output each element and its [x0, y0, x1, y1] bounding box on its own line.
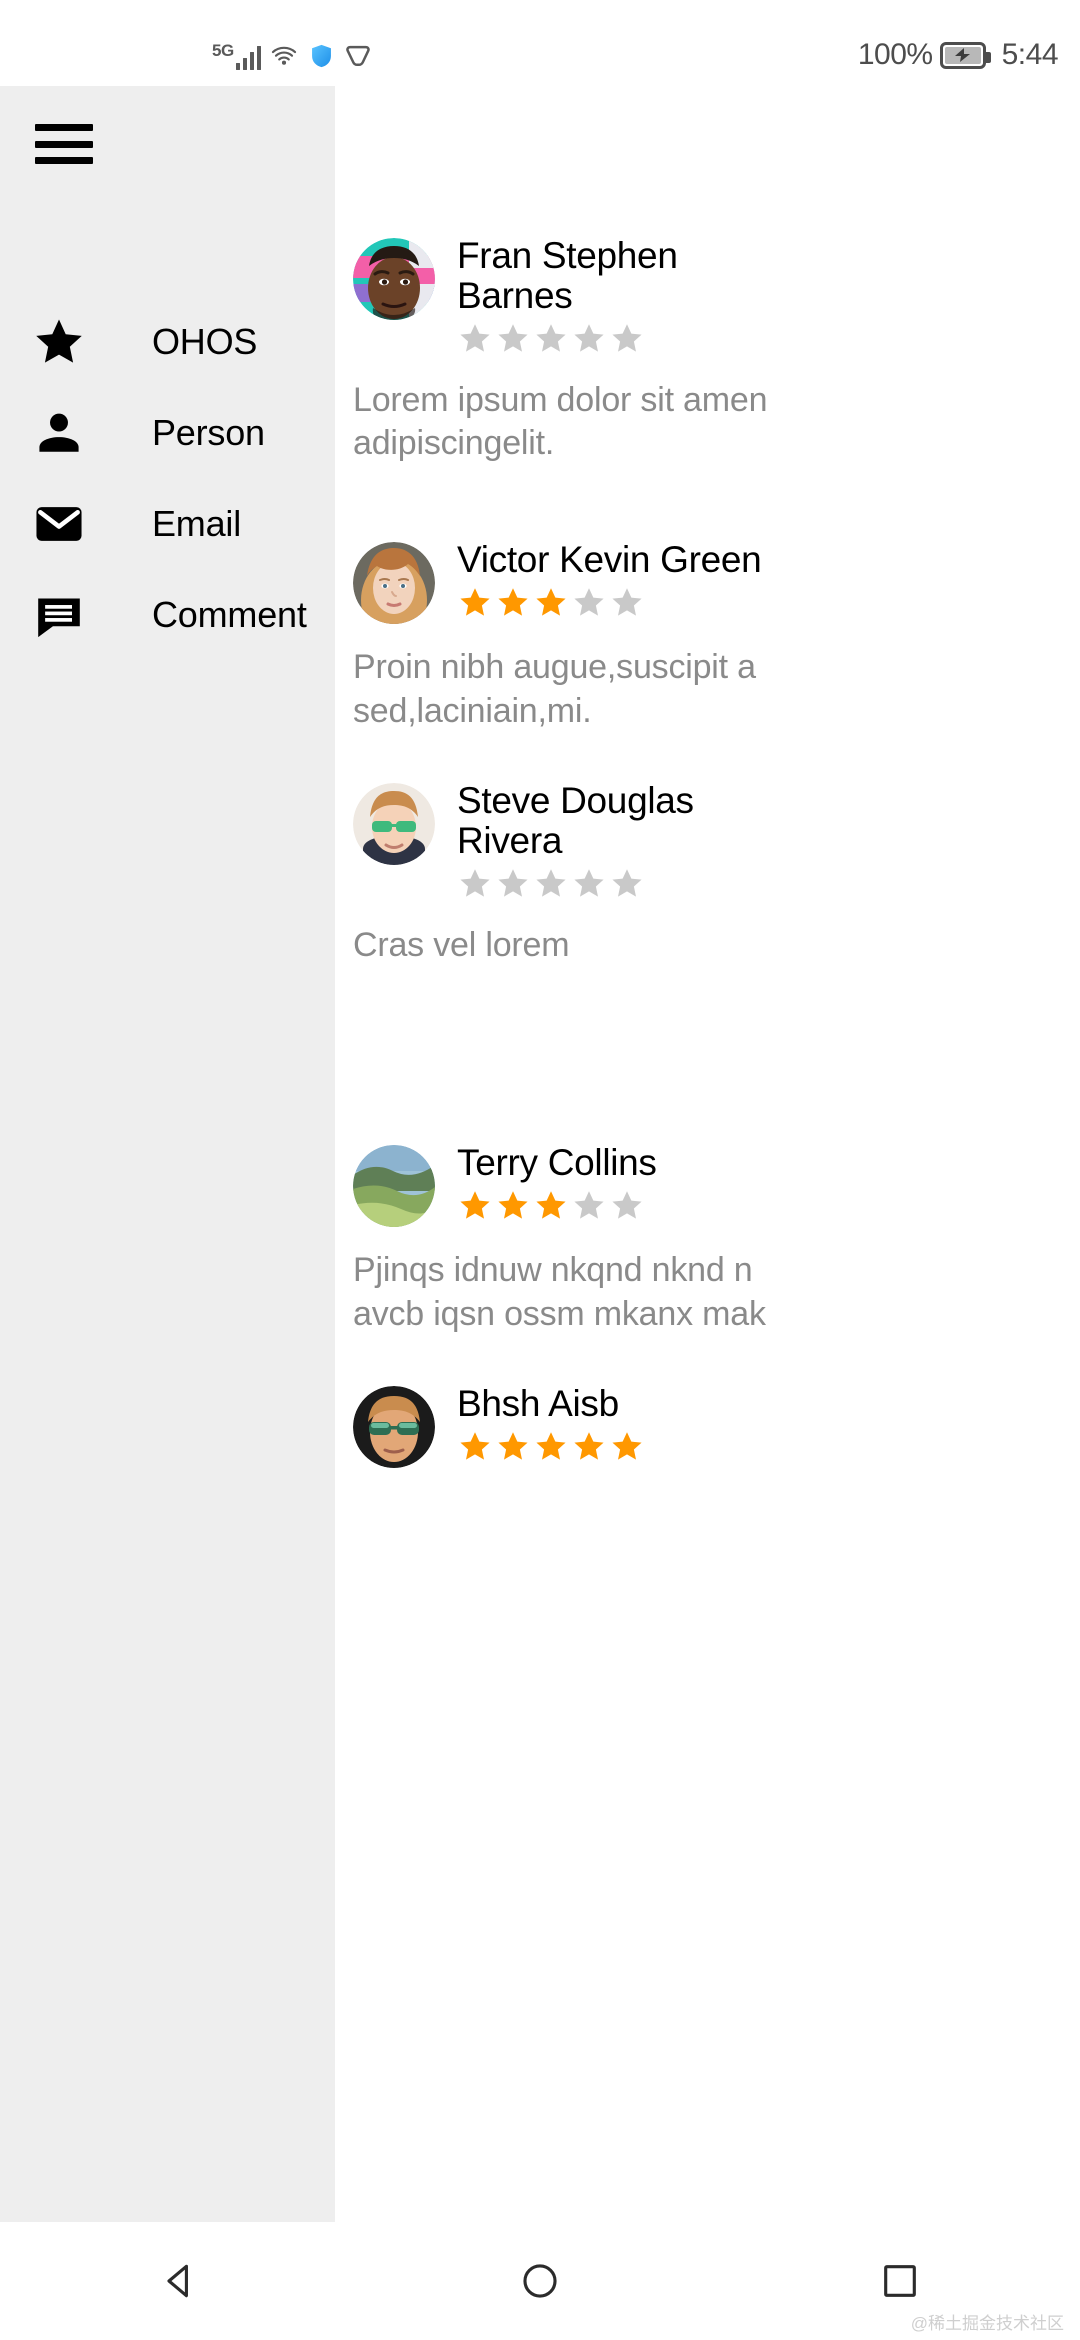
reviewer-name: Steve Douglas Rivera	[457, 780, 694, 861]
sidebar-item-ohos[interactable]: OHOS	[0, 296, 335, 387]
reviewer-name: Terry Collins	[457, 1142, 657, 1183]
hamburger-menu-icon[interactable]	[35, 124, 93, 164]
sidebar-item-label: Comment	[152, 593, 307, 635]
review-text: Lorem ipsum dolor sit amen adipiscingeli…	[353, 380, 768, 463]
reviewer-name: Bhsh Aisb	[457, 1383, 619, 1424]
home-circle-icon[interactable]	[470, 2259, 610, 2303]
system-nav-bar: @稀土掘金技术社区	[0, 2222, 1080, 2340]
sidebar-item-label: Email	[152, 502, 242, 544]
watermark: @稀土掘金技术社区	[910, 2314, 1064, 2333]
signal-strength-bars	[235, 44, 262, 70]
review-header: Terry Collins	[353, 1141, 1080, 1227]
network-type-label: 5G	[212, 41, 234, 60]
back-triangle-icon[interactable]	[110, 2259, 250, 2303]
review-text: Cras vel lorem	[353, 925, 570, 964]
shield-icon	[307, 41, 337, 70]
sidebar-item-person[interactable]: Person	[0, 387, 335, 478]
sidebar-item-email[interactable]: Email	[0, 478, 335, 569]
recents-square-icon[interactable]	[830, 2259, 970, 2303]
rating-stars[interactable]	[457, 321, 787, 357]
status-bar-clock: 5:44	[1001, 38, 1059, 71]
review-list[interactable]: Fran Stephen Barnes Lorem ipsum dolor si…	[335, 86, 1080, 2222]
rating-stars[interactable]	[457, 1429, 645, 1465]
review-meta: Victor Kevin Green	[457, 538, 762, 621]
mail-icon	[32, 497, 86, 551]
review-meta: Terry Collins	[457, 1141, 657, 1224]
review-header: Steve Douglas Rivera	[353, 779, 1080, 902]
reviewer-name: Fran Stephen Barnes	[457, 235, 678, 316]
wifi-icon	[272, 46, 297, 65]
status-bar: 5G 100% 5:44	[0, 0, 1080, 86]
star-icon	[32, 315, 86, 369]
review-meta: Steve Douglas Rivera	[457, 779, 787, 902]
review-item[interactable]: Steve Douglas Rivera Cras vel lorem	[353, 779, 1080, 967]
phone-screen: 5G 100% 5:44 OHOS Person Email Comment F…	[0, 0, 1080, 2340]
avatar	[353, 238, 435, 320]
reviewer-name: Victor Kevin Green	[457, 539, 762, 580]
review-text: Proin nibh augue,suscipit a sed,laciniai…	[353, 648, 756, 730]
rating-stars[interactable]	[457, 1188, 657, 1224]
sidebar: OHOS Person Email Comment	[0, 86, 335, 2222]
review-item[interactable]: Fran Stephen Barnes Lorem ipsum dolor si…	[353, 234, 1080, 466]
person-icon	[32, 406, 86, 460]
avatar	[353, 1145, 435, 1227]
status-bar-left-icons: 5G	[212, 41, 372, 70]
review-text: Pjinqs idnuw nkqnd nknd n avcb iqsn ossm…	[353, 1251, 766, 1333]
review-meta: Bhsh Aisb	[457, 1382, 645, 1465]
review-header: Victor Kevin Green	[353, 538, 1080, 624]
signal-bars-icon: 5G	[212, 41, 262, 70]
sidebar-item-label: OHOS	[152, 320, 258, 362]
hexagon-outline-icon	[346, 45, 370, 67]
comment-icon	[32, 588, 86, 642]
battery-percent-label: 100%	[857, 38, 933, 71]
battery-charging-icon	[939, 41, 991, 69]
status-bar-right-icons: 100% 5:44	[857, 38, 1059, 72]
review-header: Bhsh Aisb	[353, 1382, 1080, 1468]
avatar	[353, 783, 435, 865]
review-meta: Fran Stephen Barnes	[457, 234, 787, 357]
sidebar-nav-list: OHOS Person Email Comment	[0, 296, 335, 660]
rating-stars[interactable]	[457, 585, 761, 621]
review-item[interactable]: Victor Kevin Green Proin nibh augue,susc…	[353, 538, 1080, 733]
avatar	[353, 1386, 435, 1468]
app-content: OHOS Person Email Comment Fran Stephen B…	[0, 86, 1080, 2222]
review-item[interactable]: Terry Collins Pjinqs idnuw nkqnd nknd n …	[353, 1141, 1080, 1336]
avatar	[353, 542, 435, 624]
rating-stars[interactable]	[457, 866, 787, 902]
review-header: Fran Stephen Barnes	[353, 234, 1080, 357]
review-item[interactable]: Bhsh Aisb	[353, 1382, 1080, 1468]
sidebar-item-label: Person	[152, 411, 265, 453]
sidebar-item-comment[interactable]: Comment	[0, 569, 335, 660]
